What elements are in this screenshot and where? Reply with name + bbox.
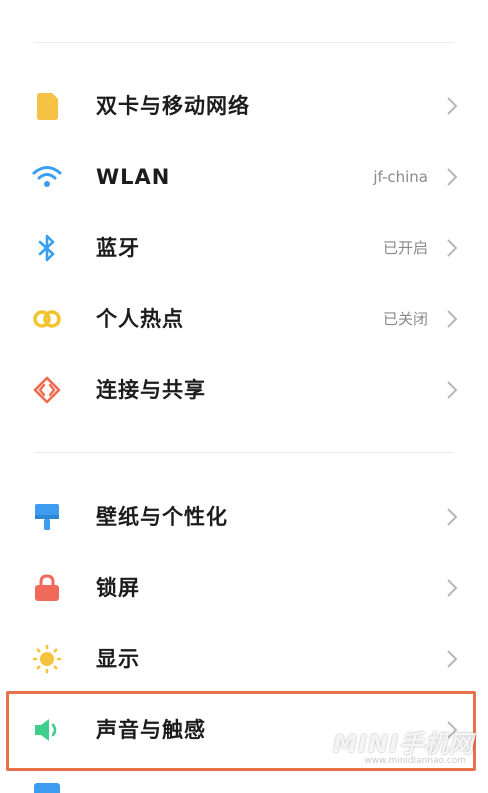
chevron-right-icon [447,97,458,115]
settings-item-wallpaper[interactable]: 壁纸与个性化 [0,485,488,549]
settings-item-display[interactable]: 显示 [0,627,488,691]
chevron-right-icon [447,579,458,597]
chevron-right-icon [447,310,458,328]
settings-item-dual-sim[interactable]: 双卡与移动网络 [0,74,488,138]
top-divider [34,42,454,43]
settings-item-bluetooth[interactable]: 蓝牙 已开启 [0,216,488,280]
hotspot-icon [30,305,64,333]
watermark-logo: MINI手机网 [333,730,474,758]
settings-item-label: 锁屏 [96,576,140,600]
settings-item-label: 双卡与移动网络 [96,94,250,118]
paint-brush-icon [30,503,64,531]
settings-item-connection-sharing[interactable]: 连接与共享 [0,358,488,422]
settings-item-hotspot[interactable]: 个人热点 已关闭 [0,287,488,351]
settings-item-value: jf-china [373,168,428,186]
settings-item-value: 已开启 [382,239,428,257]
settings-item-label: 显示 [96,647,140,671]
lock-icon [30,574,64,602]
chevron-right-icon [447,508,458,526]
settings-item-wlan[interactable]: WLAN jf-china [0,145,488,209]
settings-item-label: 蓝牙 [96,236,140,260]
sun-icon [30,644,64,674]
share-icon [30,376,64,404]
watermark-subtext: www.minidiannao.com [364,756,466,766]
section-divider [34,452,454,453]
wifi-icon [30,163,64,191]
chevron-right-icon [447,650,458,668]
partial-next-item-icon [34,783,60,793]
bluetooth-icon [30,234,64,262]
chevron-right-icon [447,168,458,186]
chevron-right-icon [447,239,458,257]
sim-card-icon [30,92,64,120]
settings-item-label: WLAN [96,165,171,189]
settings-item-label: 连接与共享 [96,378,206,402]
settings-item-label: 壁纸与个性化 [96,505,228,529]
settings-item-lock-screen[interactable]: 锁屏 [0,556,488,620]
chevron-right-icon [447,381,458,399]
settings-item-value: 已关闭 [382,310,428,328]
settings-item-label: 个人热点 [96,307,184,331]
